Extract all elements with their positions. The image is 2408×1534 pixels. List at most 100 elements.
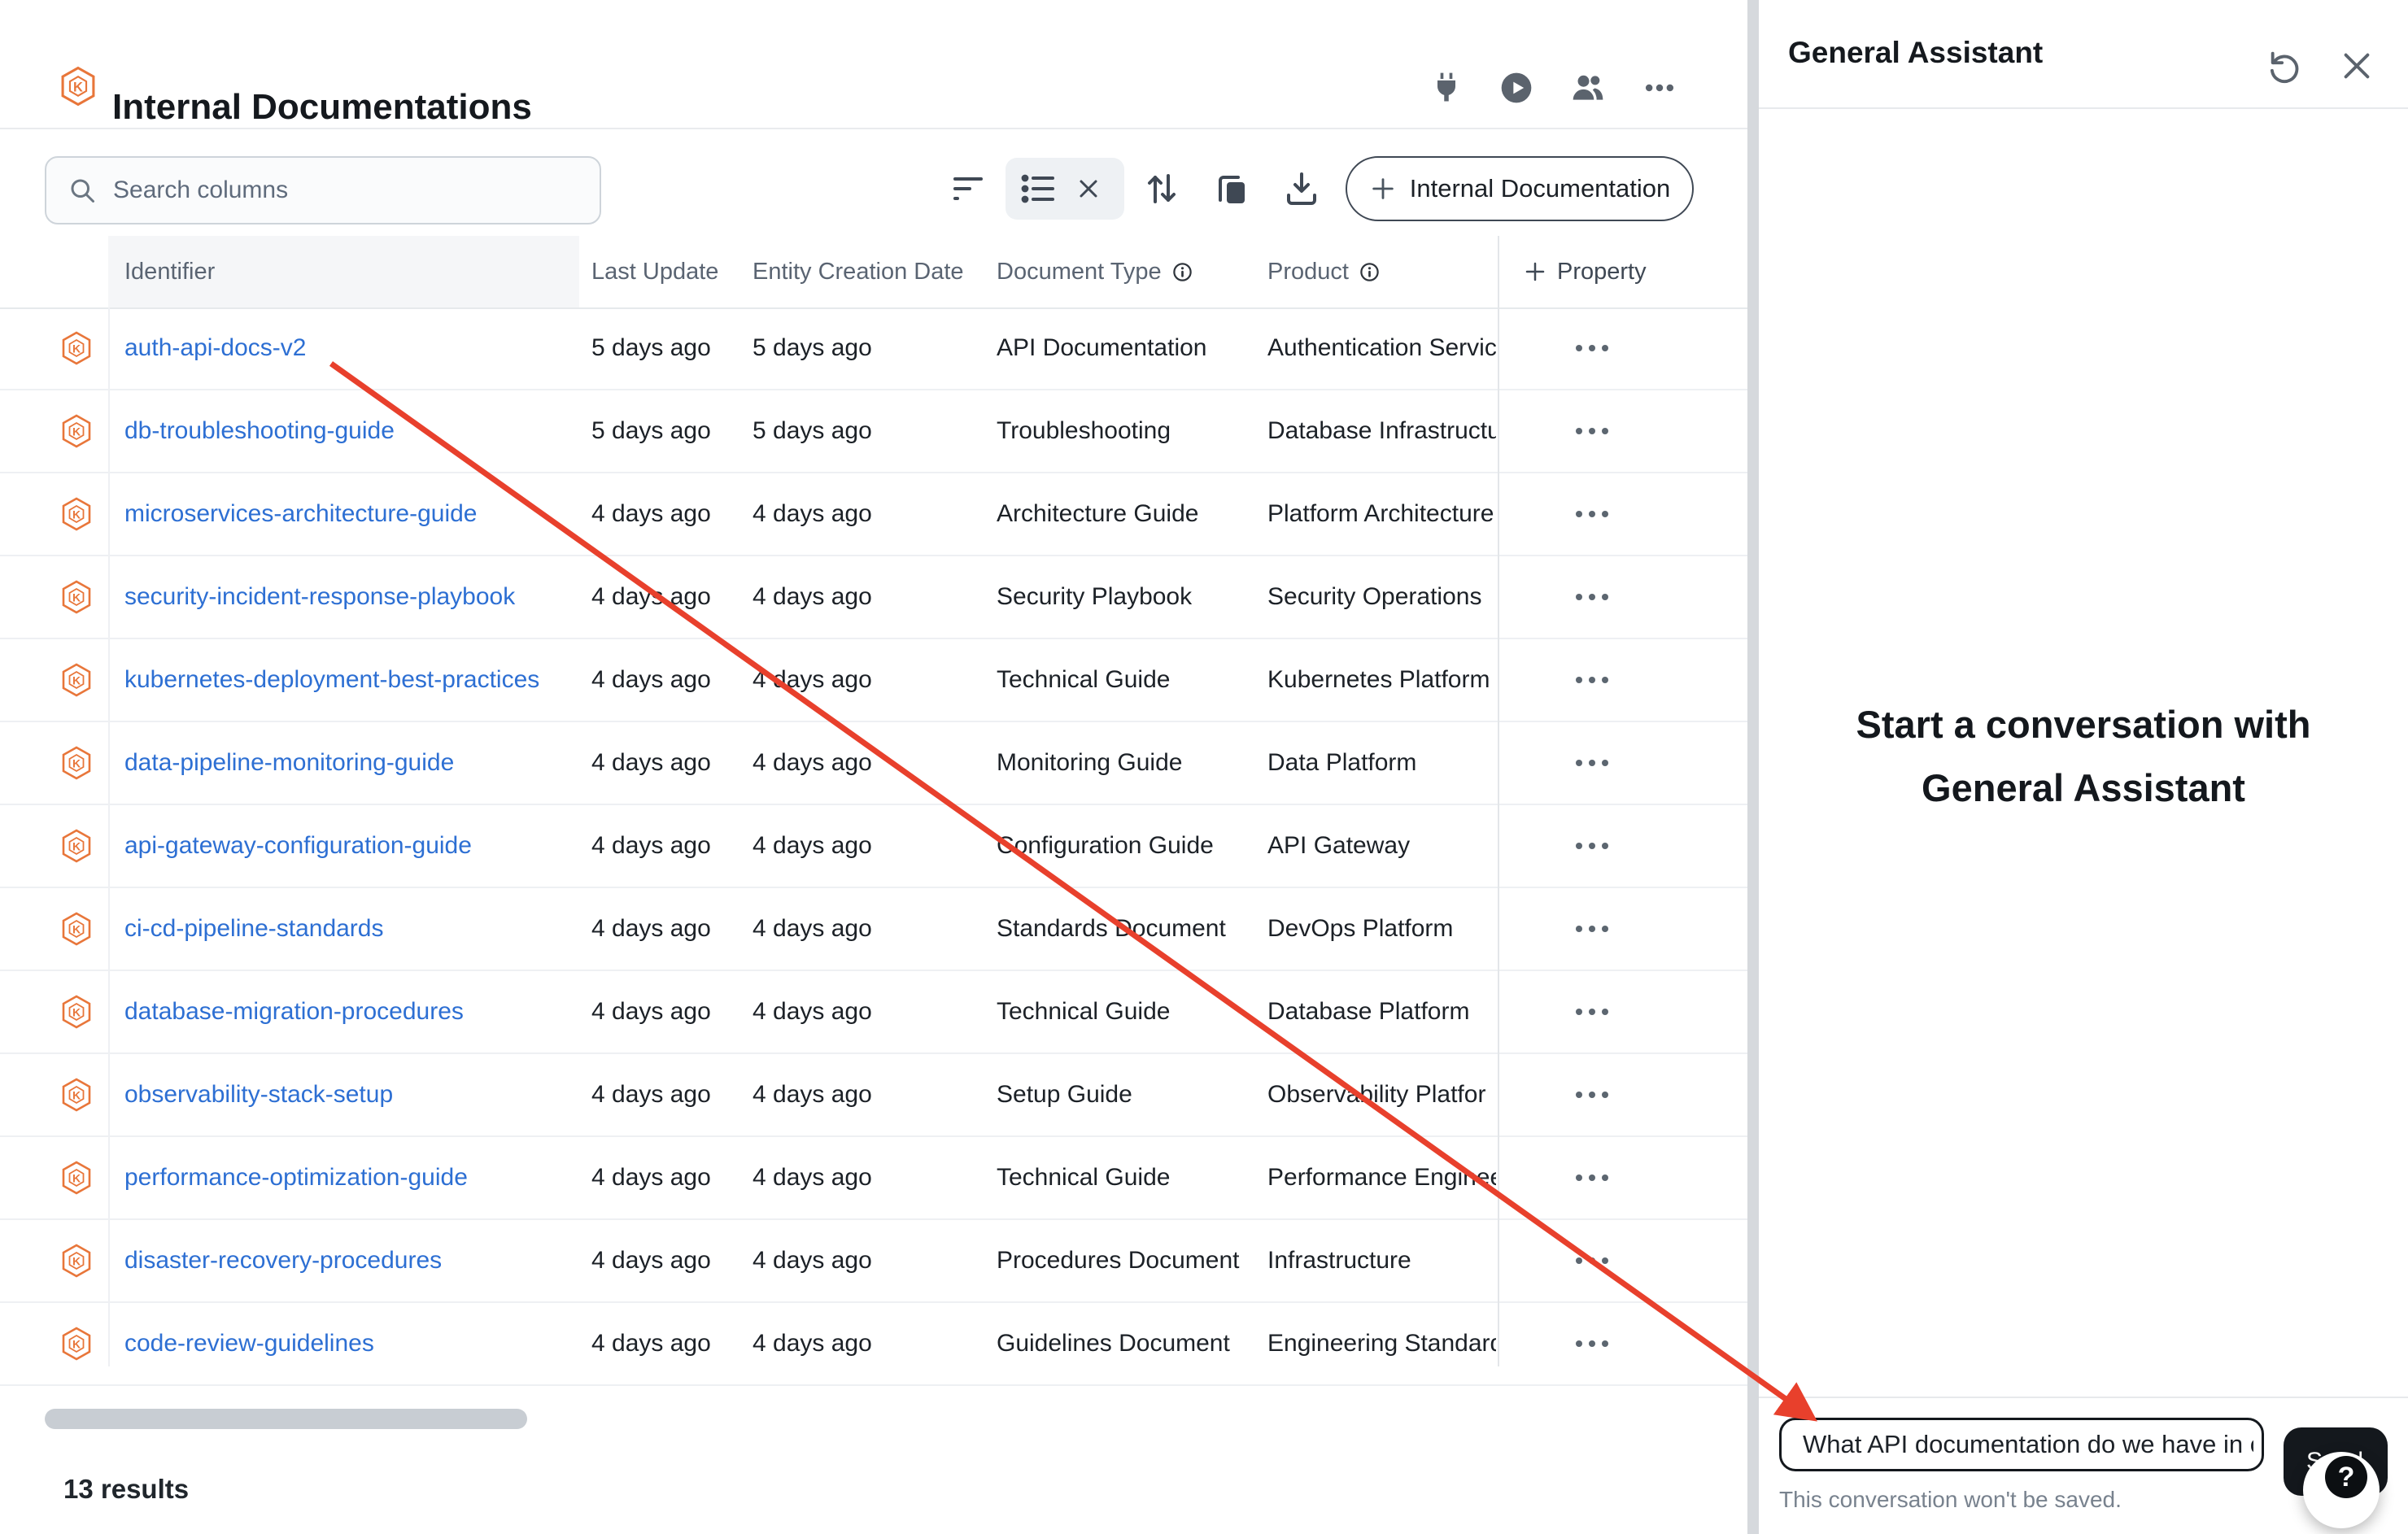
row-actions-button[interactable] [1560,556,1624,638]
identifier-link[interactable]: security-incident-response-playbook [124,583,515,611]
question-mark-icon: ? [2325,1456,2367,1498]
product-cell: Observability Platfor [1267,1054,1496,1135]
hexagon-object-icon: K [59,1137,96,1218]
svg-text:K: K [72,1255,81,1268]
product-cell: DevOps Platform [1267,888,1496,970]
product-cell: Authentication Servic [1267,307,1496,389]
identifier-link[interactable]: db-troubleshooting-guide [124,417,395,445]
table-row: K microservices-architecture-guide 4 day… [0,473,1747,556]
page-title: Internal Documentations [112,87,532,128]
table-row: K security-incident-response-playbook 4 … [0,556,1747,639]
chat-input[interactable] [1779,1418,2264,1471]
identifier-link[interactable]: observability-stack-setup [124,1081,393,1109]
ellipsis-icon [1576,428,1608,434]
horizontal-scrollbar[interactable] [45,1409,527,1429]
document-type-cell: Configuration Guide [997,805,1261,887]
creation-date-cell: 4 days ago [752,556,988,638]
identifier-link[interactable]: code-review-guidelines [124,1330,374,1358]
hexagon-object-icon: K [59,805,96,887]
plug-icon[interactable] [1429,70,1464,106]
hexagon-object-icon: K [59,971,96,1052]
last-update-cell: 4 days ago [591,971,746,1052]
identifier-link[interactable]: microservices-architecture-guide [124,500,477,528]
identifier-cell: api-gateway-configuration-guide [124,805,574,887]
download-icon[interactable] [1282,169,1321,208]
copy-icon[interactable] [1212,169,1251,208]
document-type-cell: Setup Guide [997,1054,1261,1135]
search-icon [68,176,97,205]
identifier-link[interactable]: auth-api-docs-v2 [124,334,306,362]
last-update-cell: 4 days ago [591,805,746,887]
table-row: K db-troubleshooting-guide 5 days ago 5 … [0,390,1747,473]
svg-text:K: K [72,1172,81,1185]
info-icon[interactable] [1359,261,1381,283]
column-header-document-type[interactable]: Document Type [997,236,1193,307]
creation-date-cell: 4 days ago [752,639,988,721]
row-actions-button[interactable] [1560,390,1624,472]
table-row: K data-pipeline-monitoring-guide 4 days … [0,722,1747,805]
hexagon-object-icon: K [59,639,96,721]
hexagon-object-icon: K [59,722,96,804]
people-icon[interactable] [1570,70,1606,106]
column-header-product[interactable]: Product [1267,236,1381,307]
row-actions-button[interactable] [1560,1220,1624,1301]
row-actions-button[interactable] [1560,1303,1624,1384]
ellipsis-icon [1576,760,1608,766]
creation-date-cell: 4 days ago [752,1054,988,1135]
add-property-button[interactable]: Property [1523,236,1647,307]
info-icon[interactable] [1171,261,1193,283]
panel-divider[interactable] [1747,0,1759,1534]
plus-icon [1369,175,1397,203]
last-update-cell: 4 days ago [591,1054,746,1135]
hexagon-object-icon: K [59,390,96,472]
product-cell: Infrastructure [1267,1220,1496,1301]
identifier-link[interactable]: kubernetes-deployment-best-practices [124,666,539,694]
title-bar: K Internal Documentations [0,0,1747,129]
ellipsis-icon [1576,1174,1608,1181]
row-actions-button[interactable] [1560,888,1624,970]
play-circle-icon[interactable] [1498,70,1534,106]
search-input[interactable] [111,176,570,205]
identifier-cell: microservices-architecture-guide [124,473,574,555]
identifier-link[interactable]: api-gateway-configuration-guide [124,832,472,860]
add-internal-documentation-button[interactable]: Internal Documentation [1346,156,1694,221]
results-count: 13 results [63,1474,189,1505]
identifier-link[interactable]: performance-optimization-guide [124,1164,468,1192]
filter-icon[interactable] [950,169,989,208]
row-actions-button[interactable] [1560,639,1624,721]
table-rows: K auth-api-docs-v2 5 days ago 5 days ago… [0,307,1747,1386]
close-panel-icon[interactable] [2338,47,2375,85]
more-icon[interactable] [1642,70,1677,106]
row-actions-button[interactable] [1560,1137,1624,1218]
document-type-cell: Guidelines Document [997,1303,1261,1384]
column-header-identifier[interactable]: Identifier [124,236,215,307]
ellipsis-icon [1576,843,1608,849]
identifier-link[interactable]: data-pipeline-monitoring-guide [124,749,454,777]
ellipsis-icon [1576,594,1608,600]
svg-text:K: K [72,674,81,687]
table-row: K performance-optimization-guide 4 days … [0,1137,1747,1220]
column-header-entity-creation-date[interactable]: Entity Creation Date [752,236,964,307]
sort-icon[interactable] [1142,169,1181,208]
column-header-last-update[interactable]: Last Update [591,236,718,307]
help-button[interactable]: ? [2303,1452,2380,1528]
creation-date-cell: 4 days ago [752,1137,988,1218]
identifier-link[interactable]: database-migration-procedures [124,998,464,1026]
last-update-cell: 4 days ago [591,1303,746,1384]
row-actions-button[interactable] [1560,805,1624,887]
row-actions-button[interactable] [1560,722,1624,804]
reset-conversation-icon[interactable] [2266,47,2304,85]
row-actions-button[interactable] [1560,473,1624,555]
row-actions-button[interactable] [1560,307,1624,389]
clear-view-icon[interactable] [1074,174,1103,203]
last-update-cell: 4 days ago [591,639,746,721]
row-actions-button[interactable] [1560,971,1624,1052]
identifier-link[interactable]: disaster-recovery-procedures [124,1247,442,1275]
empty-state-line1: Start a conversation with [1759,693,2408,756]
app-root: K Internal Documentations [0,0,2408,1534]
row-actions-button[interactable] [1560,1054,1624,1135]
list-view-icon[interactable] [1019,169,1058,208]
identifier-link[interactable]: ci-cd-pipeline-standards [124,915,384,943]
product-cell: Platform Architecture [1267,473,1496,555]
creation-date-cell: 4 days ago [752,1220,988,1301]
